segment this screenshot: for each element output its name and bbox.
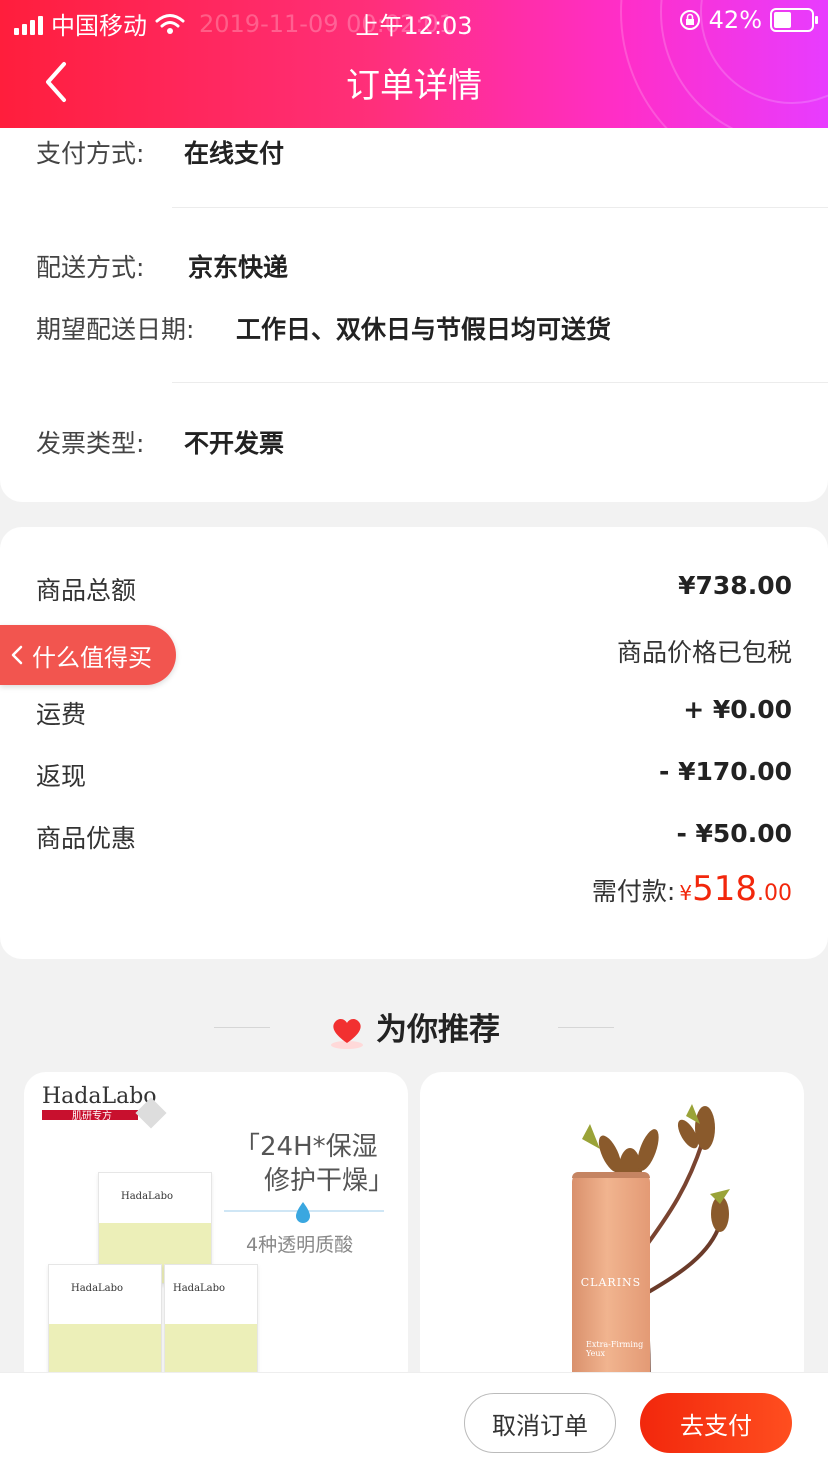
- cancel-order-button[interactable]: 取消订单: [464, 1393, 616, 1453]
- price-value: + ¥0.00: [683, 695, 792, 724]
- divider: [172, 207, 828, 208]
- pay-button[interactable]: 去支付: [640, 1393, 792, 1453]
- recommend-title: 为你推荐: [0, 1004, 828, 1049]
- price-row-subtotal: 商品总额 ¥738.00: [36, 571, 792, 607]
- payment-value: 在线支付: [184, 139, 285, 168]
- price-label: 运费: [36, 700, 87, 729]
- total-label: 需付款:: [591, 877, 676, 906]
- product-brand-sub: 肌研专方: [42, 1110, 138, 1122]
- invoice-value: 不开发票: [184, 429, 285, 458]
- bottle-sub: Extra-Firming Yeux: [586, 1340, 644, 1358]
- floating-tag-label: 什么值得买: [32, 643, 152, 672]
- price-label: 返现: [36, 762, 87, 791]
- recommend-title-text: 为你推荐: [376, 1012, 500, 1048]
- delivery-date-label: 期望配送日期:: [36, 315, 195, 344]
- product-ad-sub: 4种透明质酸: [246, 1234, 354, 1256]
- status-bar: 中国移动 2019-11-09 00:02:01 上午12:03 42%: [0, 0, 828, 44]
- price-row-discount: 商品优惠 - ¥50.00: [36, 819, 792, 855]
- price-value: 商品价格已包税: [616, 638, 792, 667]
- delivery-date-value: 工作日、双休日与节假日均可送货: [236, 315, 612, 344]
- ad-line: 修护干燥」: [264, 1166, 395, 1196]
- price-value: ¥738.00: [678, 571, 792, 600]
- payment-label: 支付方式:: [36, 139, 145, 168]
- delivery-value: 京东快递: [188, 253, 289, 282]
- price-label: 商品总额: [36, 576, 137, 605]
- bottom-action-bar: 取消订单 去支付: [0, 1372, 828, 1473]
- price-value: - ¥50.00: [676, 819, 792, 848]
- product-ad-text: 「24H*保湿 修护干燥」: [234, 1130, 394, 1198]
- price-label: 商品优惠: [36, 824, 137, 853]
- total-decimal: .00: [757, 881, 792, 906]
- delivery-date-row: 期望配送日期: 工作日、双休日与节假日均可送货: [36, 310, 611, 346]
- total-currency: ¥: [679, 881, 693, 905]
- header-bar: 中国移动 2019-11-09 00:02:01 上午12:03 42% 订单详…: [0, 0, 828, 128]
- ad-line: 「24H*保湿: [234, 1132, 378, 1162]
- box-label: HadaLabo: [173, 1283, 226, 1294]
- divider: [172, 382, 828, 383]
- delivery-row: 配送方式: 京东快递: [36, 248, 288, 284]
- product-card[interactable]: HadaLabo 肌研专方 「24H*保湿 修护干燥」 4种透明质酸 HadaL…: [24, 1072, 408, 1392]
- product-bottle-image: CLARINS Extra-Firming Yeux: [572, 1172, 650, 1392]
- payment-row: 支付方式: 在线支付: [36, 134, 284, 170]
- smzdm-floating-tag[interactable]: 什么值得买: [0, 625, 176, 685]
- battery-icon: [770, 8, 818, 32]
- total-integer: 518: [692, 869, 757, 909]
- box-label: HadaLabo: [71, 1283, 124, 1294]
- chevron-left-icon: [11, 645, 23, 665]
- price-row-shipping: 运费 + ¥0.00: [36, 695, 792, 731]
- total-payable: 需付款: ¥ 518 .00: [592, 869, 792, 909]
- price-summary-card: 商品总额 ¥738.00 税费 商品价格已包税 运费 + ¥0.00 返现 - …: [0, 527, 828, 959]
- invoice-label: 发票类型:: [36, 429, 145, 458]
- price-value: - ¥170.00: [659, 757, 792, 786]
- price-row-cashback: 返现 - ¥170.00: [36, 757, 792, 793]
- bottle-brand: CLARINS: [580, 1276, 642, 1289]
- invoice-row: 发票类型: 不开发票: [36, 424, 284, 460]
- brand-sub-text: 肌研专方: [72, 1111, 112, 1122]
- product-card[interactable]: CLARINS Extra-Firming Yeux: [420, 1072, 804, 1392]
- heart-icon: [331, 1018, 363, 1049]
- delivery-label: 配送方式:: [36, 253, 145, 282]
- order-info-card: 支付方式: 在线支付 配送方式: 京东快递 期望配送日期: 工作日、双休日与节假…: [0, 128, 828, 502]
- page-title: 订单详情: [346, 66, 482, 106]
- battery-percent: 42%: [708, 6, 762, 34]
- box-label: HadaLabo: [121, 1191, 174, 1202]
- orientation-lock-icon: [679, 10, 700, 30]
- product-brand: HadaLabo: [42, 1084, 157, 1109]
- water-drop-icon: [296, 1202, 310, 1223]
